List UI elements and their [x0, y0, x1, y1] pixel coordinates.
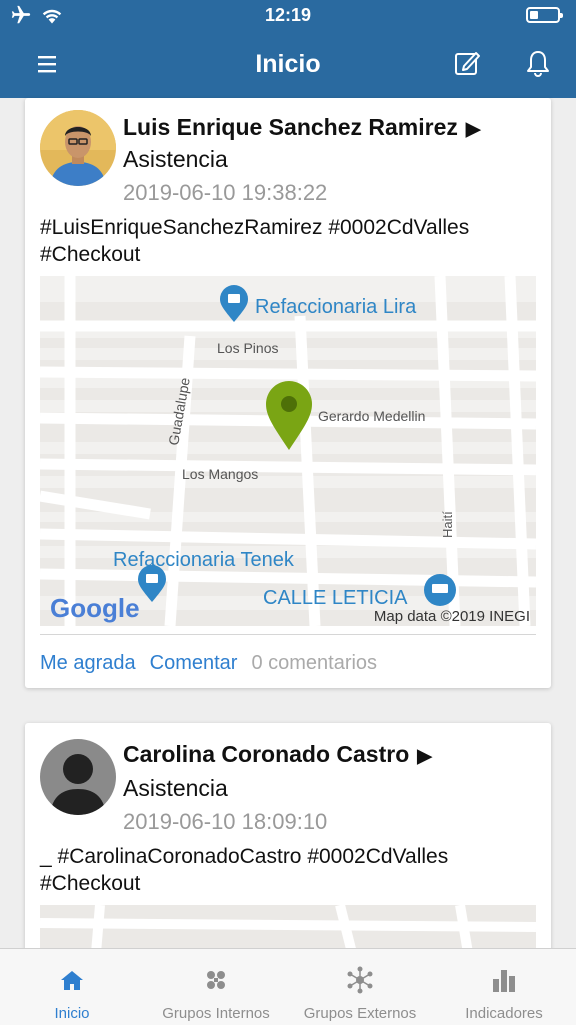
tab-inicio[interactable]: Inicio [0, 949, 144, 1025]
status-time: 12:19 [264, 5, 312, 25]
author-name: Luis Enrique Sanchez Ramirez [123, 114, 458, 140]
poi-cart-marker-icon [424, 574, 456, 606]
tab-label: Inicio [54, 1005, 90, 1022]
tab-bar: Inicio Grupos Internos Grupos Externos I… [0, 948, 576, 1025]
post-timestamp: 2019-06-10 19:38:22 [123, 180, 328, 205]
google-logo: Google [50, 593, 140, 623]
post-type: Asistencia [123, 775, 228, 801]
tab-indicadores[interactable]: Indicadores [432, 949, 576, 1025]
page-title: Inicio [255, 50, 321, 78]
battery-level [530, 11, 538, 19]
tab-label: Grupos Internos [162, 1005, 270, 1022]
play-arrow-icon: ▶ [417, 746, 432, 767]
post-timestamp: 2019-06-10 18:09:10 [123, 809, 328, 834]
tab-grupos-externos[interactable]: Grupos Externos [288, 949, 432, 1025]
groups-external-icon [347, 966, 373, 994]
post-author[interactable]: Luis Enrique Sanchez Ramirez ▶ [123, 114, 481, 141]
bar-chart-icon [493, 970, 515, 992]
author-name: Carolina Coronado Castro [123, 741, 410, 767]
tab-label: Grupos Externos [303, 1005, 417, 1022]
comments-count[interactable]: 0 comentarios [251, 652, 377, 674]
status-bar: 12:19 [0, 0, 576, 32]
tab-label: Indicadores [465, 1005, 543, 1022]
compose-icon[interactable] [452, 48, 482, 78]
post-actions: Me agrada Comentar 0 comentarios [40, 652, 391, 675]
map-view[interactable]: Refaccionaria Lira Los Pinos Guadalupe G… [40, 276, 536, 626]
map-label-street-1: Los Pinos [217, 340, 278, 356]
map-attribution: Map data ©2019 INEGI [374, 608, 530, 625]
map-label-street-3: Gerardo Medellin [318, 408, 425, 424]
post-type: Asistencia [123, 146, 228, 172]
post-hashtags: #LuisEnriqueSanchezRamirez #0002CdValles… [40, 216, 470, 266]
tab-grupos-internos[interactable]: Grupos Internos [144, 949, 288, 1025]
avatar[interactable] [40, 739, 116, 815]
comment-button[interactable]: Comentar [150, 652, 238, 674]
map-label-poi-1: Refaccionaria Lira [255, 296, 417, 318]
home-icon [61, 971, 83, 990]
like-button[interactable]: Me agrada [40, 652, 136, 674]
post-author[interactable]: Carolina Coronado Castro ▶ [123, 741, 432, 768]
play-arrow-icon: ▶ [465, 119, 481, 140]
notifications-bell-icon[interactable] [523, 48, 553, 78]
avatar[interactable] [40, 110, 116, 186]
battery-icon [526, 7, 563, 23]
nav-bar: Inicio [0, 32, 576, 98]
groups-internal-icon [207, 971, 225, 989]
map-label-street-5: Haití [440, 511, 455, 538]
map-label-poi-2: Refaccionaria Tenek [113, 549, 295, 571]
map-label-poi-3: CALLE LETICIA [263, 587, 408, 609]
divider [40, 634, 536, 635]
post-hashtags: _ #CarolinaCoronadoCastro #0002CdValles … [40, 845, 449, 895]
map-label-street-4: Los Mangos [182, 466, 258, 482]
post-card: Luis Enrique Sanchez Ramirez ▶ Asistencia… [25, 98, 551, 688]
